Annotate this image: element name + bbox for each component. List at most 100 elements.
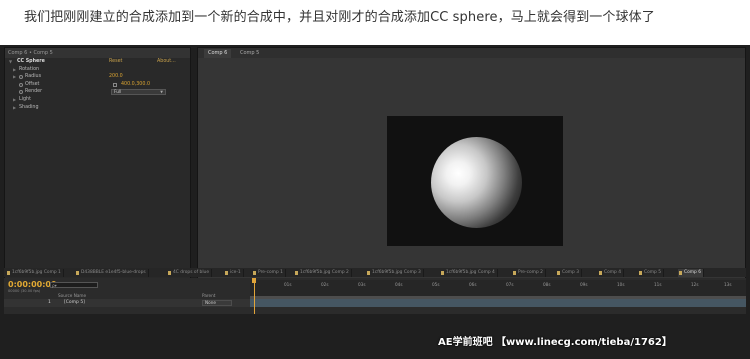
timeline-tab-active[interactable]: Comp 6	[678, 269, 705, 277]
timeline-tab[interactable]: 4C drops of blue	[167, 269, 213, 277]
effect-controls-panel: Comp 6 • Comp 5 ▼ CC Sphere Reset About.…	[4, 47, 191, 302]
timeline-tab[interactable]: Pre-comp 2	[512, 269, 546, 277]
comp-swatch	[639, 271, 642, 275]
comp-swatch	[168, 271, 171, 275]
render-dropdown[interactable]: Full ▼	[111, 89, 166, 96]
ruler-tick-label: 13s	[724, 282, 732, 287]
timeline-tab[interactable]: Pre-comp 1	[252, 269, 286, 277]
ruler-tick-label: 10s	[617, 282, 625, 287]
timeline-tab[interactable]: Comp 4	[598, 269, 625, 277]
timeline-tab-label: D438BBLE e1e4f5-blue-drops	[81, 270, 146, 275]
stopwatch-icon[interactable]	[19, 90, 23, 95]
timeline-tab[interactable]: 1cf6b9f5b.jpg Comp 3	[366, 269, 424, 277]
ruler-tick-label: 03s	[358, 282, 366, 287]
timeline-tab-label: 1cf6b9f5b.jpg Comp 3	[372, 270, 421, 275]
stopwatch-icon[interactable]	[19, 82, 23, 87]
parent-dropdown[interactable]: None	[202, 300, 232, 306]
timeline-tab-label: Pre-comp 2	[518, 270, 543, 275]
comp-swatch	[599, 271, 602, 275]
stopwatch-icon[interactable]	[19, 75, 23, 80]
composition-canvas[interactable]	[387, 116, 563, 246]
frame-rate-label: 00000 (30.00 fps)	[8, 289, 41, 293]
comp-swatch	[225, 271, 228, 275]
timeline-tab[interactable]: ice-1	[224, 269, 244, 277]
timeline-tab-label: 4C drops of blue	[173, 270, 210, 275]
ruler-tick-label: 09s	[580, 282, 588, 287]
cc-sphere-render	[431, 137, 522, 228]
ruler-tick-label: 07s	[506, 282, 514, 287]
layer-row[interactable]: 1 [Comp 5] None	[4, 299, 250, 307]
timeline-tab-label: Pre-comp 1	[258, 270, 283, 275]
timeline-tabs: 1cf6b9f5b.jpg Comp 1 D438BBLE e1e4f5-blu…	[4, 268, 746, 277]
composition-viewer[interactable]	[198, 58, 745, 300]
collapse-triangle-icon[interactable]: ▶	[13, 66, 16, 74]
comp-swatch	[253, 271, 256, 275]
comp-swatch	[557, 271, 560, 275]
property-offset[interactable]: Offset 400.0,300.0	[5, 81, 190, 89]
ruler-tick-label: 11s	[654, 282, 662, 287]
radius-value[interactable]: 200.0	[109, 73, 123, 81]
timeline-tab-label: Comp 3	[562, 270, 580, 275]
watermark-text: AE学前班吧 【www.linecg.com/tieba/1762】	[438, 337, 672, 348]
timeline-tab[interactable]: 1cf6b9f5b.jpg Comp 1	[6, 269, 64, 277]
chevron-down-icon: ▼	[160, 90, 163, 95]
collapse-triangle-icon[interactable]: ▶	[13, 96, 16, 104]
layer-duration-bar[interactable]	[250, 299, 746, 307]
ruler-tick-label: 12s	[691, 282, 699, 287]
property-light[interactable]: ▶ Light	[5, 96, 190, 104]
collapse-triangle-icon[interactable]: ▶	[13, 104, 16, 112]
property-rotation[interactable]: ▶ Rotation	[5, 66, 190, 74]
about-button[interactable]: About...	[157, 58, 176, 66]
property-label: Shading	[19, 104, 39, 110]
timeline-tab[interactable]: Comp 5	[638, 269, 665, 277]
property-label: Offset	[25, 81, 40, 87]
offset-value[interactable]: 400.0,300.0	[121, 81, 150, 89]
reset-button[interactable]: Reset	[109, 58, 122, 66]
ruler-tick-label: 08s	[543, 282, 551, 287]
ruler-tick-label: 06s	[469, 282, 477, 287]
layer-number: 1	[48, 300, 51, 305]
timeline-tab-label: Comp 6	[684, 270, 702, 275]
property-label: Rotation	[19, 66, 40, 72]
tab-comp-5[interactable]: Comp 5	[236, 49, 263, 58]
comp-swatch	[7, 271, 10, 275]
comp-swatch	[76, 271, 79, 275]
timeline-tab-label: 1cf6b9f5b.jpg Comp 2	[300, 270, 349, 275]
layer-search-input[interactable]: ρ▾	[50, 282, 98, 288]
timeline-tab[interactable]: 1cf6b9f5b.jpg Comp 2	[294, 269, 352, 277]
property-render[interactable]: Render Full ▼	[5, 88, 190, 96]
parent-column-header[interactable]: Parent	[202, 293, 215, 298]
expand-triangle-icon[interactable]: ▼	[9, 58, 12, 66]
property-label: Radius	[25, 74, 42, 80]
comp-swatch	[513, 271, 516, 275]
current-time-line	[253, 283, 255, 314]
property-shading[interactable]: ▶ Shading	[5, 104, 190, 112]
timeline-tab[interactable]: 1cf6b9f5b.jpg Comp 4	[440, 269, 498, 277]
layer-name[interactable]: [Comp 5]	[64, 299, 85, 307]
effect-name: CC Sphere	[17, 59, 45, 64]
effect-header-row[interactable]: ▼ CC Sphere Reset About...	[5, 58, 190, 66]
render-dropdown-value: Full	[114, 90, 122, 96]
timeline-tab-label: Comp 5	[644, 270, 662, 275]
comp-swatch	[441, 271, 444, 275]
timeline-tab[interactable]: Comp 3	[556, 269, 583, 277]
collapse-triangle-icon[interactable]: ▶	[13, 73, 16, 81]
tab-comp-6[interactable]: Comp 6	[204, 49, 232, 58]
composition-tabs: Comp 6 Comp 5	[198, 48, 745, 58]
timeline-tab-label: 1cf6b9f5b.jpg Comp 4	[446, 270, 495, 275]
caption-area: 我们把刚刚建立的合成添加到一个新的合成中，并且对刚才的合成添加CC sphere…	[0, 0, 750, 45]
comp-swatch	[679, 271, 682, 275]
property-radius[interactable]: ▶ Radius 200.0	[5, 73, 190, 81]
comp-swatch	[367, 271, 370, 275]
crosshair-icon[interactable]	[113, 82, 117, 87]
timeline-tab-label: Comp 4	[604, 270, 622, 275]
timeline-tab[interactable]: D438BBLE e1e4f5-blue-drops	[75, 269, 149, 277]
property-label: Light	[19, 96, 31, 102]
comp-swatch	[295, 271, 298, 275]
timeline-tab-label: 1cf6b9f5b.jpg Comp 1	[12, 270, 61, 275]
ruler-tick-label: 01s	[284, 282, 292, 287]
ruler-tick-label: 05s	[432, 282, 440, 287]
source-name-column-header[interactable]: Source Name	[58, 293, 86, 298]
ruler-tick-label: 04s	[395, 282, 403, 287]
timeline-panel: 0:00:00:00 00000 (30.00 fps) ρ▾ Source N…	[4, 278, 746, 314]
